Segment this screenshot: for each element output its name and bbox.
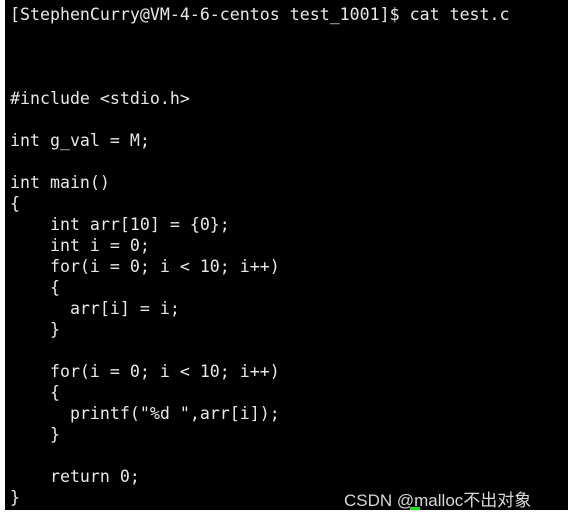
code-line: #include <stdio.h> <box>10 89 190 108</box>
code-line: return 0; <box>10 467 140 486</box>
code-line: } <box>10 320 60 339</box>
code-line: for(i = 0; i < 10; i++) <box>10 257 280 276</box>
terminal-output: [StephenCurry@VM-4-6-centos test_1001]$ … <box>10 4 510 508</box>
code-line: int g_val = M; <box>10 131 150 150</box>
code-line: { <box>10 278 60 297</box>
code-line: int i = 0; <box>10 236 150 255</box>
code-line: arr[i] = i; <box>10 299 180 318</box>
terminal-window[interactable]: [StephenCurry@VM-4-6-centos test_1001]$ … <box>5 0 568 510</box>
watermark: CSDN @malloc不出对象 <box>344 491 532 510</box>
code-line: for(i = 0; i < 10; i++) <box>10 362 280 381</box>
terminal-prompt-line: [StephenCurry@VM-4-6-centos test_1001]$ … <box>10 5 510 24</box>
code-line: int arr[10] = {0}; <box>10 215 230 234</box>
code-line: } <box>10 425 60 444</box>
code-line: printf("%d ",arr[i]); <box>10 404 280 423</box>
code-line: int main() <box>10 173 110 192</box>
code-line: { <box>10 383 60 402</box>
code-line: { <box>10 194 20 213</box>
